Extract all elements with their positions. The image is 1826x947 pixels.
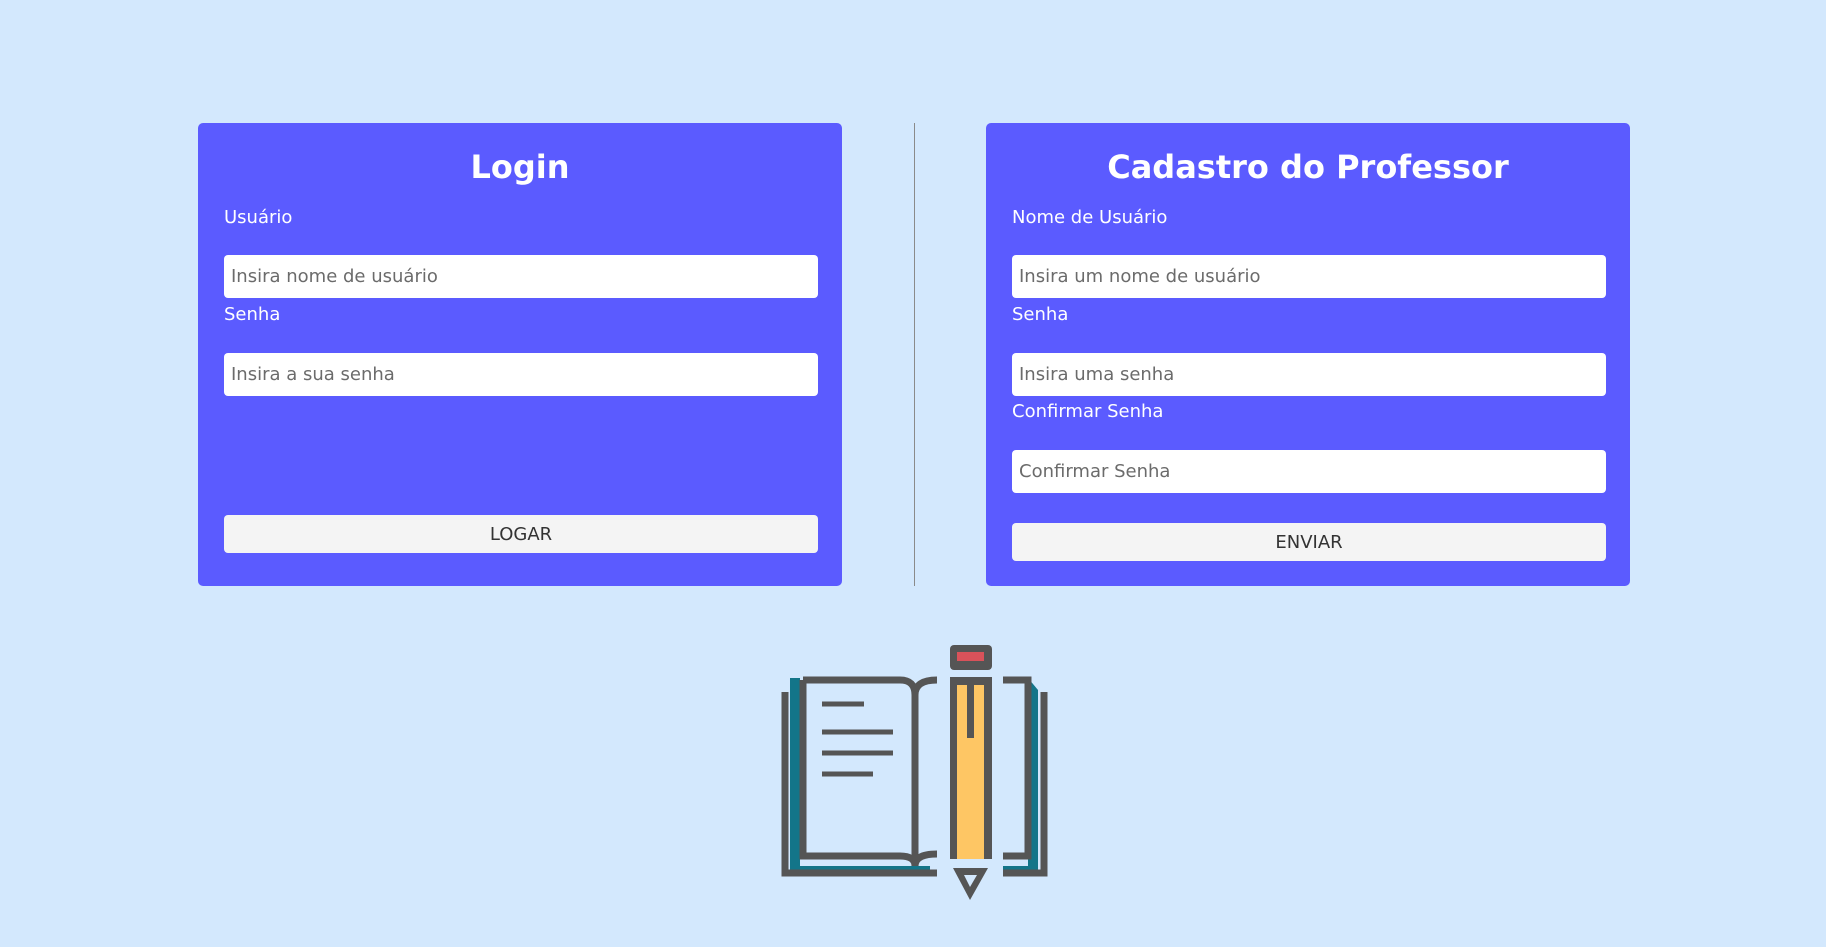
username-label: Usuário <box>224 207 293 228</box>
signup-card: Cadastro do Professor Nome de Usuário Se… <box>986 123 1630 586</box>
submit-signup-button[interactable]: ENVIAR <box>1012 523 1606 561</box>
login-card: Login Usuário Senha LOGAR <box>198 123 842 586</box>
vertical-divider <box>914 123 915 586</box>
book-and-pencil-icon <box>781 645 1048 900</box>
signup-username-label: Nome de Usuário <box>1012 207 1168 228</box>
password-label: Senha <box>224 304 281 325</box>
password-input[interactable] <box>224 353 818 396</box>
confirm-password-input[interactable] <box>1012 450 1606 493</box>
signup-username-input[interactable] <box>1012 255 1606 298</box>
username-input[interactable] <box>224 255 818 298</box>
login-button[interactable]: LOGAR <box>224 515 818 553</box>
signup-password-label: Senha <box>1012 304 1069 325</box>
confirm-password-label: Confirmar Senha <box>1012 401 1164 422</box>
signup-password-input[interactable] <box>1012 353 1606 396</box>
signup-title: Cadastro do Professor <box>1107 148 1509 186</box>
login-title: Login <box>470 148 570 186</box>
